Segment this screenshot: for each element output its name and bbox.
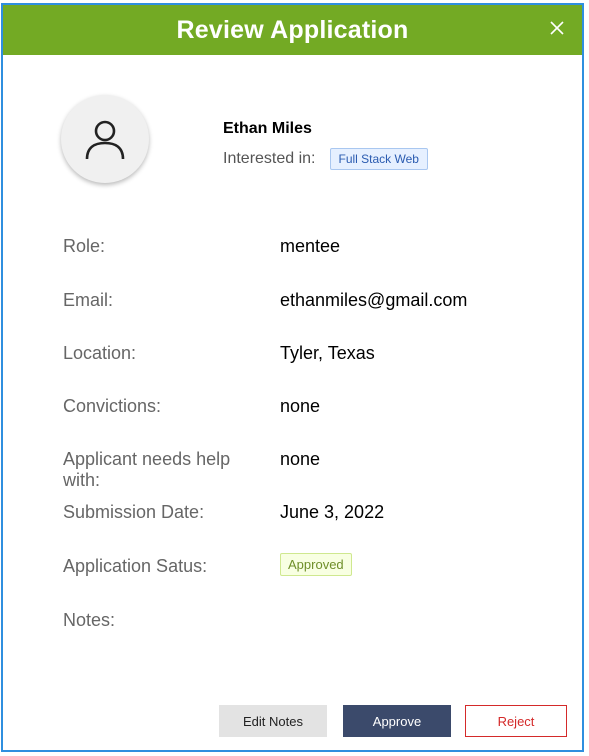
approve-button[interactable]: Approve — [343, 705, 451, 737]
interest-row: Interested in: Full Stack Web — [223, 148, 428, 170]
edit-notes-button[interactable]: Edit Notes — [219, 705, 327, 737]
close-icon — [550, 21, 564, 35]
reject-button[interactable]: Reject — [465, 705, 567, 737]
role-label: Role: — [63, 236, 106, 256]
status-badge: Approved — [280, 553, 352, 576]
convictions-label: Convictions: — [63, 396, 162, 416]
modal-header: Review Application — [3, 5, 582, 55]
notes-label: Notes: — [63, 610, 116, 630]
location-value: Tyler, Texas — [280, 343, 375, 363]
application-status-label: Application Satus: — [63, 556, 208, 576]
applicant-name: Ethan Miles — [223, 120, 312, 137]
user-icon — [85, 120, 125, 160]
email-label: Email: — [63, 290, 114, 310]
email-value: ethanmiles@gmail.com — [280, 290, 468, 310]
role-value: mentee — [280, 236, 341, 256]
location-label: Location: — [63, 343, 137, 363]
review-application-modal: Review Application Ethan Miles Intereste… — [1, 3, 584, 752]
help-label: Applicant needs help with: — [63, 449, 231, 490]
convictions-value: none — [280, 396, 321, 416]
avatar — [61, 95, 149, 183]
submission-date-value: June 3, 2022 — [280, 502, 385, 522]
interest-label: Interested in: — [223, 150, 316, 167]
interest-tag: Full Stack Web — [329, 148, 428, 170]
close-button[interactable] — [546, 17, 568, 39]
help-value: none — [280, 449, 321, 469]
submission-date-label: Submission Date: — [63, 502, 205, 522]
modal-title: Review Application — [176, 15, 409, 44]
